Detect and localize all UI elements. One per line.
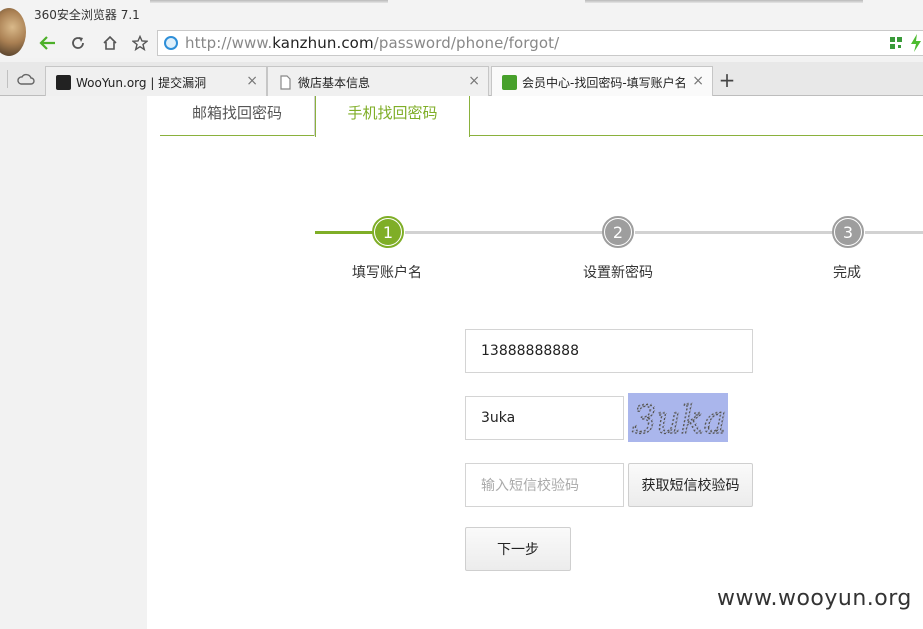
app-title: 360安全浏览器 7.1 bbox=[34, 8, 140, 22]
close-icon[interactable]: × bbox=[468, 73, 480, 89]
title-bar: 360安全浏览器 7.1 bbox=[0, 0, 923, 28]
sms-code-input[interactable]: 输入短信校验码 bbox=[465, 463, 624, 507]
tab-kanzhun[interactable]: 会员中心-找回密码-填写账户名 × bbox=[491, 66, 713, 97]
phone-input[interactable]: 13888888888 bbox=[465, 329, 753, 373]
bookmark-button[interactable] bbox=[126, 30, 154, 56]
kanzhun-favicon bbox=[502, 75, 517, 90]
captcha-noise: 3uka 3uka bbox=[631, 397, 727, 442]
step-line bbox=[635, 231, 833, 234]
recovery-page: 邮箱找回密码 手机找回密码 1 2 3 填写账户名 设置新密码 完成 13888… bbox=[147, 96, 923, 629]
step-1-label: 填写账户名 bbox=[352, 265, 422, 281]
step-line-done bbox=[315, 231, 373, 234]
address-bar[interactable]: http://www.kanzhun.com/password/phone/fo… bbox=[157, 30, 923, 56]
step-3-circle: 3 bbox=[832, 216, 864, 248]
home-icon bbox=[103, 35, 117, 50]
lightning-icon[interactable] bbox=[910, 34, 922, 52]
next-step-button[interactable]: 下一步 bbox=[465, 527, 571, 571]
reload-button[interactable] bbox=[64, 30, 92, 56]
step-2-label: 设置新密码 bbox=[583, 265, 653, 281]
tab-wooyun[interactable]: WooYun.org | 提交漏洞 × bbox=[45, 66, 267, 96]
title-shadow bbox=[585, 0, 863, 3]
tab-phone-recovery[interactable]: 手机找回密码 bbox=[315, 96, 470, 137]
url-text[interactable]: http://www.kanzhun.com/password/phone/fo… bbox=[185, 34, 559, 52]
close-icon[interactable]: × bbox=[692, 73, 704, 89]
step-2-number: 2 bbox=[605, 219, 631, 245]
tab-email-recovery[interactable]: 邮箱找回密码 bbox=[160, 96, 315, 136]
tab-label: WooYun.org | 提交漏洞 bbox=[76, 76, 207, 90]
captcha-input[interactable]: 3uka bbox=[465, 396, 624, 440]
home-button[interactable] bbox=[96, 30, 124, 56]
step-3-number: 3 bbox=[835, 219, 861, 245]
step-2-circle: 2 bbox=[602, 216, 634, 248]
new-tab-button[interactable]: + bbox=[714, 68, 740, 94]
url-path: /password/phone/forgot/ bbox=[373, 34, 560, 52]
step-1-circle: 1 bbox=[372, 216, 404, 248]
content-area: 邮箱找回密码 手机找回密码 1 2 3 填写账户名 设置新密码 完成 13888… bbox=[0, 96, 923, 629]
tab-label: 微店基本信息 bbox=[298, 76, 371, 90]
back-button[interactable] bbox=[34, 30, 62, 56]
close-icon[interactable]: × bbox=[246, 73, 258, 89]
url-domain: kanzhun.com bbox=[272, 34, 374, 52]
wooyun-favicon bbox=[56, 75, 71, 90]
step-line bbox=[405, 231, 603, 234]
tab-weidian[interactable]: 微店基本信息 × bbox=[267, 66, 489, 96]
recovery-tabs: 邮箱找回密码 手机找回密码 bbox=[160, 96, 923, 137]
url-prefix: http://www. bbox=[185, 34, 273, 52]
qr-code-icon[interactable] bbox=[889, 36, 903, 50]
get-sms-code-button[interactable]: 获取短信校验码 bbox=[628, 463, 753, 507]
divider bbox=[7, 70, 8, 88]
tab-label: 会员中心-找回密码-填写账户名 bbox=[522, 76, 687, 90]
page-icon bbox=[280, 75, 291, 90]
cloud-icon[interactable] bbox=[17, 72, 35, 86]
tab-bar: WooYun.org | 提交漏洞 × 微店基本信息 × 会员中心-找回密码-填… bbox=[0, 62, 923, 97]
step-3-label: 完成 bbox=[833, 265, 861, 281]
captcha-image[interactable]: 3uka 3uka bbox=[628, 393, 728, 442]
site-icon bbox=[164, 36, 178, 50]
star-icon bbox=[132, 35, 148, 51]
back-arrow-icon bbox=[39, 36, 55, 50]
title-shadow bbox=[150, 0, 388, 3]
svg-text:3uka: 3uka bbox=[633, 397, 727, 441]
step-1-number: 1 bbox=[375, 219, 401, 245]
step-line bbox=[865, 231, 923, 234]
watermark: www.wooyun.org bbox=[717, 586, 912, 611]
reload-icon bbox=[72, 37, 84, 49]
